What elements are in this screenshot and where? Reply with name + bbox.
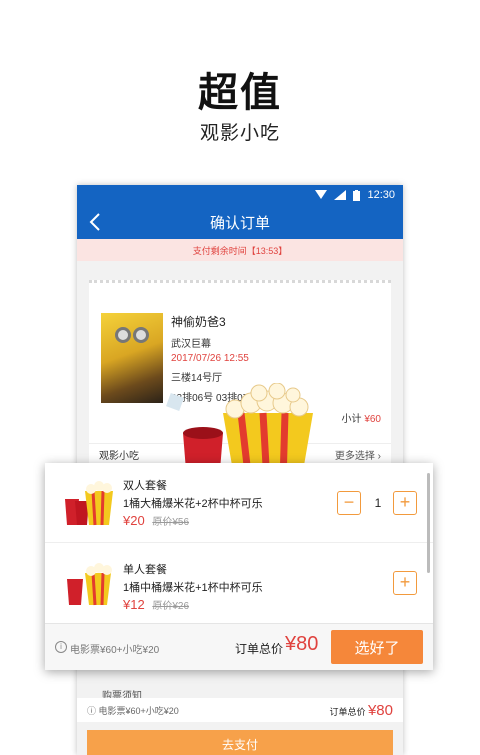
combo-name: 单人套餐 bbox=[123, 564, 167, 576]
decrease-quantity-button[interactable]: − bbox=[337, 491, 361, 515]
increase-quantity-button[interactable]: + bbox=[393, 571, 417, 595]
battery-icon bbox=[353, 189, 361, 201]
combo-description: 1桶大桶爆米花+2杯中杯可乐 bbox=[123, 498, 263, 510]
status-time: 12:30 bbox=[367, 189, 395, 201]
pay-button[interactable]: 去支付 bbox=[87, 730, 393, 755]
combo-double-image bbox=[65, 481, 113, 526]
status-bar: 12:30 bbox=[77, 185, 403, 205]
promo-title: 超值 bbox=[198, 71, 282, 115]
price-breakdown: 电影票¥60+小吃¥20 bbox=[70, 645, 160, 656]
promo-subtitle: 观影小吃 bbox=[199, 123, 280, 144]
confirm-selection-button[interactable]: 选好了 bbox=[331, 630, 423, 664]
increase-quantity-button[interactable]: + bbox=[393, 491, 417, 515]
hall-name: 三楼14号厅 bbox=[171, 373, 223, 384]
quantity-value: 1 bbox=[374, 496, 382, 510]
payment-countdown: 支付剩余时间【13:53】 bbox=[77, 239, 403, 261]
movie-poster bbox=[101, 313, 163, 403]
combo-original-price: 原价¥56 bbox=[152, 517, 190, 528]
popup-scrollbar[interactable] bbox=[427, 473, 430, 573]
combo-original-price: 原价¥26 bbox=[152, 601, 190, 612]
back-arrow-icon[interactable] bbox=[87, 212, 105, 232]
order-total-value: ¥80 bbox=[367, 701, 393, 719]
signal-icon bbox=[334, 190, 347, 200]
price-breakdown: ⓘ 电影票¥60+小吃¥20 bbox=[87, 705, 179, 716]
combo-description: 1桶中桶爆米花+1杯中杯可乐 bbox=[123, 582, 263, 594]
info-icon: i bbox=[55, 641, 67, 653]
order-summary-bar: ⓘ 电影票¥60+小吃¥20 订单总价 ¥80 bbox=[77, 698, 403, 722]
nav-bar: 确认订单 bbox=[77, 205, 403, 239]
more-options-link[interactable]: 更多选择 › bbox=[335, 447, 381, 462]
ticket-subtotal: 小计 ¥60 bbox=[341, 414, 381, 425]
combo-price: ¥20 原价¥56 bbox=[123, 513, 190, 528]
cinema-name: 武汉巨幕 bbox=[171, 339, 211, 350]
order-total-label: 订单总价 bbox=[329, 706, 366, 717]
combo-name: 双人套餐 bbox=[123, 480, 167, 492]
snack-section-label: 观影小吃 bbox=[99, 451, 139, 462]
snack-combo-popup: 双人套餐 1桶大桶爆米花+2杯中杯可乐 ¥20 原价¥56 − 1 + 单人套餐… bbox=[45, 463, 433, 670]
combo-item-single: 单人套餐 1桶中桶爆米花+1杯中杯可乐 ¥12 原价¥26 + bbox=[45, 543, 433, 623]
movie-title: 神偷奶爸3 bbox=[171, 315, 226, 329]
combo-price: ¥12 原价¥26 bbox=[123, 597, 190, 612]
popup-footer: i 电影票¥60+小吃¥20 订单总价 ¥80 选好了 bbox=[45, 623, 433, 670]
showtime: 2017/07/26 12:55 bbox=[171, 353, 249, 364]
combo-single-image bbox=[67, 563, 112, 606]
wifi-icon bbox=[315, 190, 328, 199]
order-total-label: 订单总价 bbox=[235, 642, 284, 656]
order-total-value: ¥80 bbox=[285, 633, 319, 655]
combo-item-double: 双人套餐 1桶大桶爆米花+2杯中杯可乐 ¥20 原价¥56 − 1 + bbox=[45, 463, 433, 543]
page-title: 确认订单 bbox=[209, 214, 270, 232]
